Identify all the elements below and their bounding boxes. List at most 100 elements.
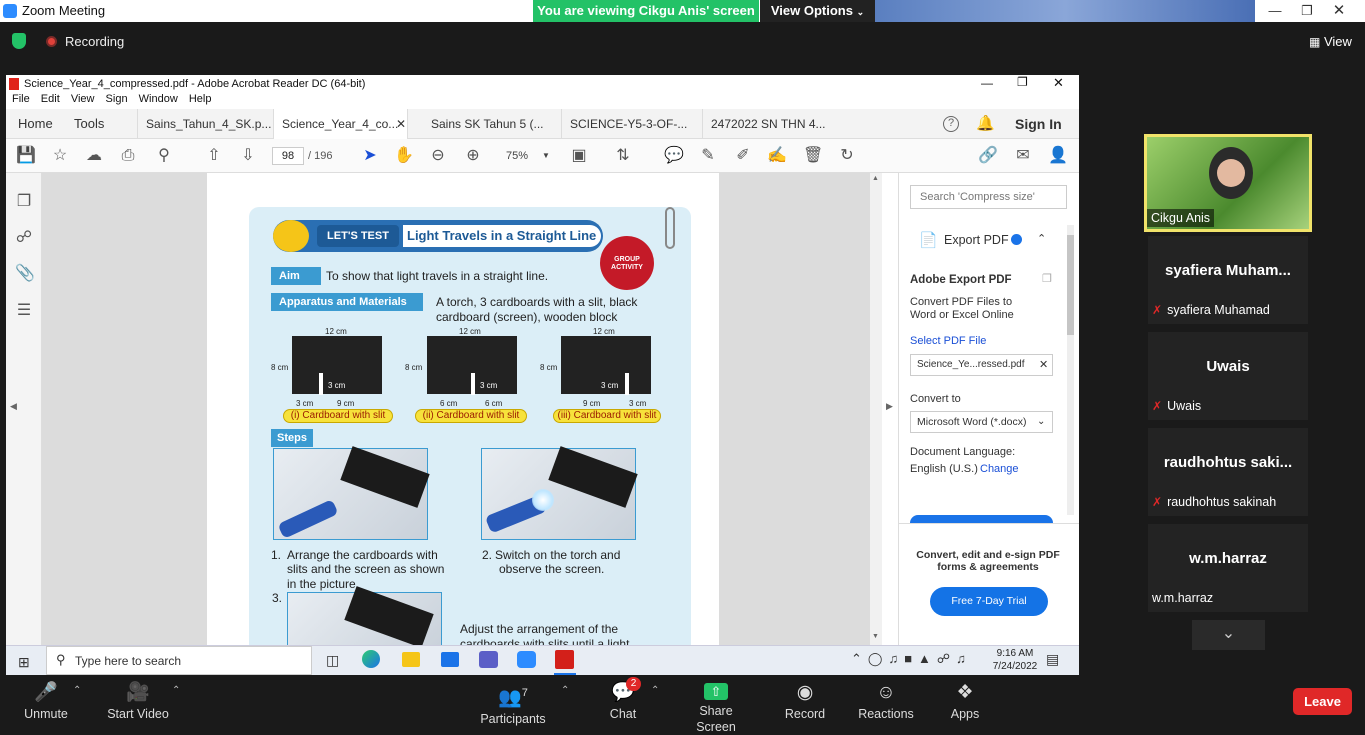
start-video-button[interactable]: 🎥 Start Video (102, 675, 174, 725)
leave-button[interactable]: Leave (1293, 688, 1352, 715)
collapse-left-icon[interactable]: ◀ (10, 401, 17, 412)
scroll-up-icon[interactable]: ▲ (872, 175, 879, 182)
change-language-link[interactable]: Change (980, 463, 1019, 475)
scroll-mode-icon[interactable]: ⇅ (613, 148, 633, 164)
copy-icon[interactable]: ❐ (1042, 272, 1052, 285)
apps-button[interactable]: ❖ Apps (945, 675, 985, 725)
print-icon[interactable]: ⎙ (118, 148, 138, 164)
comment-icon[interactable]: 💬 (664, 148, 684, 164)
delete-icon[interactable]: 🗑 (803, 148, 823, 164)
system-tray-icons[interactable]: ⌃◯♫■▲☍♫ (851, 651, 972, 667)
page-number-input[interactable]: 98 (272, 147, 304, 165)
next-page-icon[interactable]: ⇩ (238, 148, 258, 164)
zoom-level-select[interactable]: 75% ▼ (498, 147, 550, 165)
clock-time[interactable]: 9:16 AM (995, 648, 1035, 659)
teams-icon[interactable] (479, 651, 498, 668)
vertical-scrollbar[interactable]: ▲ ▼ (870, 173, 882, 646)
pages-icon[interactable]: ❐ (15, 191, 33, 211)
link-icon[interactable]: 🔗 (978, 148, 998, 164)
convert-button-partial[interactable] (910, 515, 1053, 523)
participant-tile-4[interactable]: w.m.harraz w.m.harraz (1148, 524, 1308, 612)
email-icon[interactable]: ✉ (1013, 148, 1033, 164)
acrobat-close-icon[interactable]: ✕ (1053, 75, 1064, 91)
tab-home[interactable]: Home (10, 109, 61, 139)
view-button[interactable]: ▦ View (1309, 34, 1352, 49)
bookmark-icon[interactable]: ☍ (15, 227, 33, 247)
participant-tile-3[interactable]: raudhohtus saki... ✗ raudhohtus sakinah (1148, 428, 1308, 516)
minimize-icon[interactable]: — (1259, 0, 1291, 22)
zoom-in-icon[interactable]: ⊕ (463, 148, 483, 164)
view-options-button[interactable]: View Options ⌄ (760, 0, 875, 22)
notification-icon[interactable]: ▤ (1046, 651, 1059, 668)
file-explorer-icon[interactable] (402, 652, 420, 667)
panel-scrollbar[interactable] (1067, 225, 1074, 515)
gallery-next-button[interactable]: ⌄ (1192, 620, 1265, 650)
share-user-icon[interactable]: 👤 (1048, 148, 1068, 164)
menu-window[interactable]: Window (139, 93, 178, 105)
menu-sign[interactable]: Sign (106, 93, 128, 105)
convert-format-select[interactable]: Microsoft Word (*.docx) ⌄ (910, 411, 1053, 433)
menu-file[interactable]: File (12, 93, 30, 105)
maximize-icon[interactable]: ❐ (1291, 0, 1323, 22)
layers-icon[interactable]: ☰ (15, 300, 33, 320)
taskbar-search[interactable]: ⚲ Type here to search (46, 646, 312, 675)
highlight-icon[interactable]: ✎ (698, 148, 718, 164)
hand-icon[interactable]: ✋ (394, 148, 414, 164)
mail-icon[interactable] (441, 652, 459, 667)
chat-options-icon[interactable]: ⌃ (651, 685, 659, 696)
sign-in-button[interactable]: Sign In (1015, 116, 1062, 132)
close-icon[interactable]: ✕ (1323, 0, 1355, 22)
upload-icon[interactable]: ☁ (84, 148, 104, 164)
tab-tools[interactable]: Tools (66, 109, 112, 139)
shield-icon[interactable] (12, 33, 26, 49)
participant-tile-1[interactable]: syafiera Muham... ✗ syafiera Muhamad (1148, 236, 1308, 324)
select-cursor-icon[interactable]: ➤ (360, 148, 380, 164)
menu-edit[interactable]: Edit (41, 93, 60, 105)
prev-page-icon[interactable]: ⇧ (204, 148, 224, 164)
save-icon[interactable]: 💾 (16, 148, 36, 164)
collapse-up-icon[interactable]: ⌃ (1037, 232, 1046, 245)
panel-search-input[interactable]: Search 'Compress size' (910, 185, 1067, 209)
bell-icon[interactable]: 🔔 (976, 114, 995, 132)
active-speaker-video[interactable]: Cikgu Anis (1144, 134, 1312, 232)
acrobat-app-icon[interactable] (555, 650, 574, 669)
menu-help[interactable]: Help (189, 93, 212, 105)
clock-date[interactable]: 7/24/2022 (990, 661, 1040, 672)
unmute-button[interactable]: 🎤 Unmute (18, 675, 74, 725)
tab-doc-5[interactable]: 2472022 SN THN 4... (702, 109, 837, 139)
expand-right-icon[interactable]: ▶ (886, 401, 893, 412)
edge-icon[interactable] (362, 650, 380, 668)
fit-page-icon[interactable]: ▣ (569, 148, 589, 164)
zoom-out-icon[interactable]: ⊖ (428, 148, 448, 164)
participants-options-icon[interactable]: ⌃ (561, 685, 569, 696)
fill-sign-icon[interactable]: ✍ (767, 148, 787, 164)
tab-doc-active[interactable]: Science_Year_4_co... ✕ (273, 109, 408, 139)
participant-tile-2[interactable]: Uwais ✗ Uwais (1148, 332, 1308, 420)
record-button[interactable]: ◉ Record (783, 675, 827, 725)
attachment-icon[interactable]: 📎 (15, 263, 35, 283)
zoom-app-icon[interactable] (517, 651, 536, 668)
share-screen-button[interactable]: ⇧ Share Screen (679, 675, 753, 734)
zoom-search-icon[interactable]: ⚲ (154, 148, 174, 164)
reactions-button[interactable]: ☺ Reactions (856, 675, 916, 725)
scroll-down-icon[interactable]: ▼ (872, 633, 879, 640)
acrobat-restore-icon[interactable]: ❐ (1017, 75, 1028, 89)
draw-icon[interactable]: ✐ (733, 148, 753, 164)
tab-close-icon[interactable]: ✕ (396, 109, 406, 139)
task-view-icon[interactable]: ◫ (326, 652, 339, 669)
participants-button[interactable]: 👥7 Participants (478, 675, 548, 726)
tab-doc-3[interactable]: Sains SK Tahun 5 (... (423, 109, 558, 139)
tab-doc-1[interactable]: Sains_Tahun_4_SK.p... (137, 109, 272, 139)
tab-doc-4[interactable]: SCIENCE-Y5-3-OF-... (561, 109, 696, 139)
windows-start-icon[interactable]: ⊞ (18, 654, 30, 671)
help-icon[interactable]: ? (943, 116, 959, 132)
acrobat-minimize-icon[interactable]: — (981, 76, 993, 90)
video-options-icon[interactable]: ⌃ (172, 685, 180, 696)
selected-file[interactable]: Science_Ye...ressed.pdf ✕ (910, 354, 1053, 376)
star-icon[interactable]: ☆ (50, 148, 70, 164)
audio-options-icon[interactable]: ⌃ (73, 685, 81, 696)
menu-view[interactable]: View (71, 93, 95, 105)
clear-file-icon[interactable]: ✕ (1039, 355, 1048, 375)
panel-scroll-thumb[interactable] (1067, 235, 1074, 335)
export-pdf-title[interactable]: Export PDF (944, 233, 1009, 247)
